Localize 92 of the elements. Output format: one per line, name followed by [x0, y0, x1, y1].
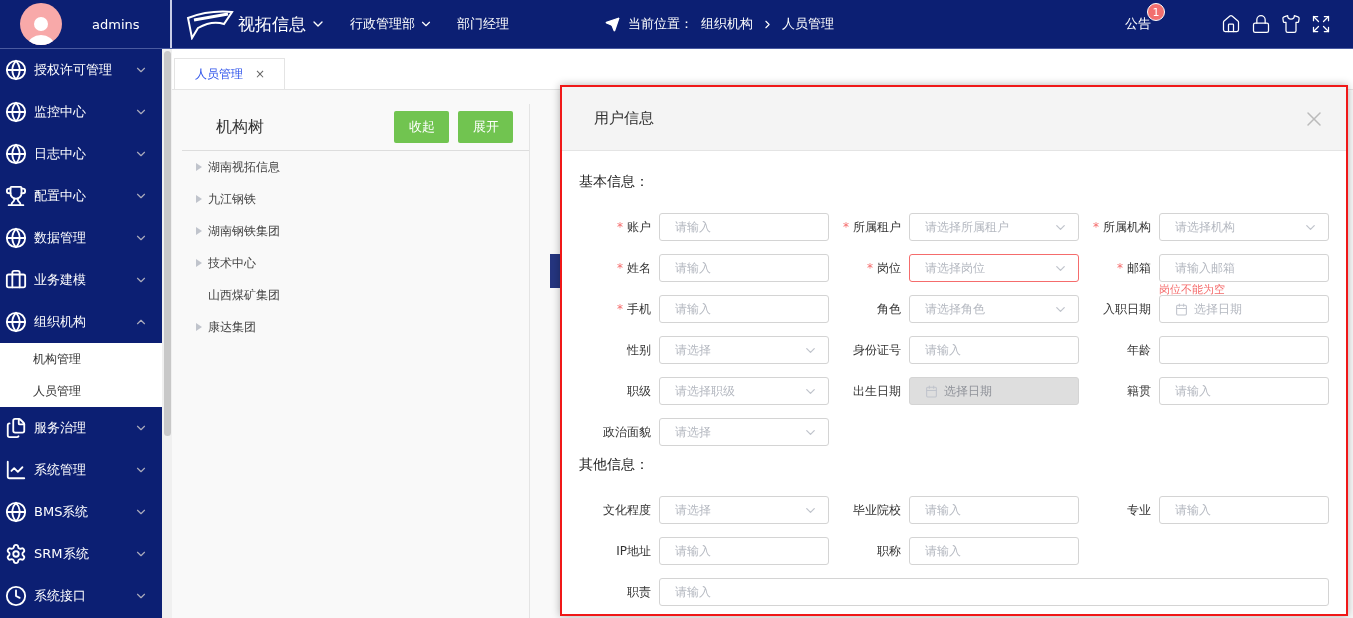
required-mark: *: [867, 261, 873, 275]
field-label: 年龄: [1127, 341, 1151, 359]
sidebar-item[interactable]: 业务建模: [0, 259, 162, 301]
tab[interactable]: 人员管理 ×: [174, 58, 285, 89]
tree-node[interactable]: 技术中心: [208, 254, 256, 272]
globe-icon: [5, 143, 27, 165]
tab-close[interactable]: ×: [255, 67, 266, 81]
sidebar-item[interactable]: 监控中心: [0, 91, 162, 133]
send-icon: [605, 16, 620, 32]
required-mark: *: [617, 302, 623, 316]
tree-node[interactable]: 九江钢铁: [208, 190, 256, 208]
tree-node[interactable]: 山西煤矿集团: [208, 286, 280, 304]
field-label: 性别: [627, 341, 651, 359]
breadcrumb-item[interactable]: 组织机构: [701, 15, 753, 33]
field-label: 岗位: [877, 259, 901, 277]
briefcase-icon: [5, 269, 27, 291]
calendar-icon: [925, 384, 938, 398]
sidebar-item[interactable]: 系统接口: [0, 575, 162, 617]
table-header: [550, 254, 560, 288]
caret-icon[interactable]: [196, 259, 202, 267]
tree-node[interactable]: 湖南钢铁集团: [208, 222, 280, 240]
dialog-title: 用户信息: [594, 109, 654, 128]
breadcrumb-label: 当前位置：: [628, 15, 693, 33]
tree-node[interactable]: 湖南视拓信息: [208, 158, 280, 176]
files-icon: [5, 417, 27, 439]
field-label: 出生日期: [853, 382, 901, 400]
sidebar-item[interactable]: 日志中心: [0, 133, 162, 175]
field-label: 所属机构: [1103, 218, 1151, 236]
globe-icon: [5, 59, 27, 81]
lock-icon[interactable]: [1251, 14, 1271, 34]
sidebar-subitem[interactable]: 机构管理: [0, 343, 162, 375]
fullscreen-icon[interactable]: [1311, 14, 1331, 34]
required-mark: *: [843, 220, 849, 234]
home-icon[interactable]: [1221, 14, 1241, 34]
sidebar-item[interactable]: 组织机构: [0, 301, 162, 343]
field-label: 入职日期: [1103, 300, 1151, 318]
calendar-icon: [1175, 302, 1188, 316]
section-title: 其他信息：: [578, 455, 650, 474]
globe-icon: [5, 227, 27, 249]
sidebar-item[interactable]: 服务治理: [0, 407, 162, 449]
user-name: admins: [92, 16, 140, 32]
role-label: 部门经理: [457, 15, 509, 33]
field-label: 角色: [877, 300, 901, 318]
department-menu[interactable]: 行政管理部: [350, 15, 415, 33]
field-label: 手机: [627, 300, 651, 318]
error-message: 岗位不能为空: [1159, 282, 1225, 297]
sidebar-item[interactable]: 数据管理: [0, 217, 162, 259]
sidebar-item[interactable]: 授权许可管理: [0, 49, 162, 91]
sidebar-item[interactable]: SRM系统: [0, 533, 162, 575]
field-label: 邮箱: [1127, 259, 1151, 277]
field-label: 所属租户: [853, 218, 901, 236]
field-label: 账户: [627, 218, 651, 236]
section-title: 基本信息：: [578, 172, 650, 191]
globe-icon: [5, 101, 27, 123]
caret-icon[interactable]: [196, 323, 202, 331]
sidebar-subitem[interactable]: 人员管理: [0, 375, 162, 407]
breadcrumb-item[interactable]: 人员管理: [782, 15, 834, 33]
chart-icon: [5, 459, 27, 481]
required-mark: *: [1117, 261, 1123, 275]
tree-node[interactable]: 康达集团: [208, 318, 256, 336]
clock-icon: [5, 585, 27, 607]
field-label: 职称: [877, 542, 901, 560]
brand-name[interactable]: 视拓信息: [238, 12, 306, 36]
field-label: 文化程度: [603, 501, 651, 519]
shirt-icon[interactable]: [1281, 14, 1301, 34]
field-label: IP地址: [616, 542, 651, 560]
field-label: 政治面貌: [603, 423, 651, 441]
sidebar-item[interactable]: 系统管理: [0, 449, 162, 491]
caret-icon[interactable]: [196, 163, 202, 171]
sidebar-item[interactable]: BMS系统: [0, 491, 162, 533]
caret-icon[interactable]: [196, 227, 202, 235]
scrollbar-thumb[interactable]: [163, 51, 171, 436]
required-mark: *: [617, 261, 623, 275]
field-label: 职责: [627, 583, 651, 601]
gear-icon: [5, 543, 27, 565]
field-label: 籍贯: [1127, 382, 1151, 400]
sidebar-item[interactable]: 配置中心: [0, 175, 162, 217]
globe-icon: [5, 311, 27, 333]
field-label: 身份证号: [853, 341, 901, 359]
caret-icon[interactable]: [196, 195, 202, 203]
panel-title: 机构树: [216, 116, 265, 138]
field-label: 毕业院校: [853, 501, 901, 519]
globe-icon: [5, 501, 27, 523]
field-label: 姓名: [627, 259, 651, 277]
field-label: 专业: [1127, 501, 1151, 519]
input-field[interactable]: [1159, 336, 1329, 364]
field-label: 职级: [627, 382, 651, 400]
required-mark: *: [1093, 220, 1099, 234]
trophy-icon: [5, 185, 27, 207]
required-mark: *: [617, 220, 623, 234]
logo-icon: [184, 8, 234, 40]
avatar[interactable]: [20, 3, 62, 45]
